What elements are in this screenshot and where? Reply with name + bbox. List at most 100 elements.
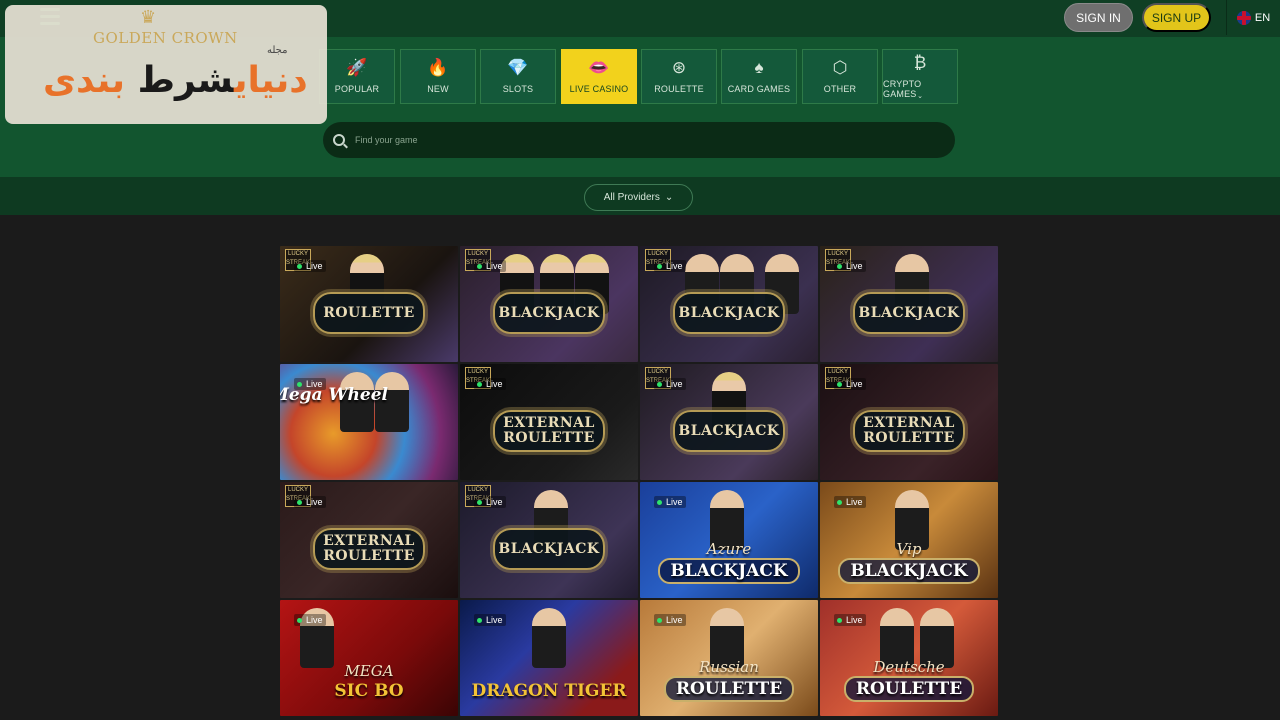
game-grid: LUCKY STREAK Live ROULETTE LUCKY STREAK Live…	[280, 246, 998, 716]
game-subtitle: Azure	[706, 540, 752, 558]
live-indicator: Live	[834, 260, 866, 272]
live-dot-icon	[297, 499, 302, 505]
all-providers-dropdown[interactable]: All Providers ⌄	[584, 184, 693, 211]
chevron-down-icon: ⌄	[664, 192, 674, 203]
live-dot-icon	[297, 263, 302, 269]
game-tile[interactable]: Live DRAGON TIGER	[460, 600, 638, 716]
game-title-block: Vip BLACKJACK	[820, 540, 998, 584]
game-title: BLACKJACK	[498, 540, 600, 557]
live-dot-icon	[657, 617, 662, 623]
language-selector[interactable]: EN	[1226, 0, 1280, 35]
game-tile[interactable]: LUCKY STREAK Live BLACKJACK	[820, 246, 998, 362]
tab-crypto-games[interactable]: ₿ CRYPTO GAMES ⌄	[882, 49, 958, 104]
language-label: EN	[1254, 11, 1271, 24]
tab-label: LIVE CASINO	[569, 84, 629, 94]
live-indicator: Live	[474, 260, 506, 272]
tab-new[interactable]: 🔥 NEW	[400, 49, 476, 104]
live-label: Live	[486, 261, 503, 271]
live-dot-icon	[837, 381, 842, 387]
game-tile[interactable]: LUCKY STREAK Live ROULETTE	[280, 246, 458, 362]
watermark-title: دنیایشرط بندی	[43, 60, 308, 101]
game-tile[interactable]: LUCKY STREAK Live EXTERNAL ROULETTE	[280, 482, 458, 598]
live-label: Live	[486, 379, 503, 389]
tab-label: NEW	[427, 84, 449, 94]
sign-in-button[interactable]: SIGN IN	[1064, 3, 1133, 32]
tab-label: SLOTS	[502, 84, 534, 94]
live-dot-icon	[837, 499, 842, 505]
spade-icon: ♠	[754, 58, 764, 77]
live-indicator: Live	[654, 496, 686, 508]
sign-up-button[interactable]: SIGN UP	[1142, 3, 1211, 32]
tab-card-games[interactable]: ♠ CARD GAMES	[721, 49, 797, 104]
game-tile[interactable]: Live Deutsche ROULETTE	[820, 600, 998, 716]
live-dot-icon	[477, 381, 482, 387]
live-label: Live	[306, 497, 323, 507]
tab-label: CARD GAMES	[727, 84, 791, 94]
tab-label: POPULAR	[334, 84, 380, 94]
live-indicator: Live	[474, 378, 506, 390]
game-tile[interactable]: LUCKY STREAK Live EXTERNAL ROULETTE	[460, 364, 638, 480]
live-indicator: Live	[654, 260, 686, 272]
game-tile[interactable]: LUCKY STREAK Live BLACKJACK	[460, 246, 638, 362]
watermark-magazine: مجله	[267, 45, 288, 56]
search-input[interactable]	[355, 135, 935, 145]
game-title-block: Deutsche ROULETTE	[820, 658, 998, 702]
live-label: Live	[486, 615, 503, 625]
game-title: BLACKJACK	[498, 304, 600, 321]
game-tile[interactable]: LUCKY STREAK Live BLACKJACK	[640, 364, 818, 480]
game-title: DRAGON TIGER	[471, 681, 627, 701]
roulette-wheel-icon: ⊛	[671, 58, 687, 77]
watermark-logo: ♛ GOLDEN CROWN مجله دنیایشرط بندی	[5, 5, 327, 124]
game-title: BLACKJACK	[678, 422, 780, 439]
game-tile[interactable]: Live Vip BLACKJACK	[820, 482, 998, 598]
chevron-down-icon: ⌄	[917, 93, 923, 100]
game-subtitle: MEGA	[344, 662, 394, 680]
live-label: Live	[666, 497, 683, 507]
live-indicator: Live	[294, 496, 326, 508]
live-label: Live	[846, 615, 863, 625]
game-tile[interactable]: Live Azure BLACKJACK	[640, 482, 818, 598]
game-tile[interactable]: Live MEGA SIC BO	[280, 600, 458, 716]
tab-popular[interactable]: 🚀 POPULAR	[319, 49, 395, 104]
live-dot-icon	[477, 263, 482, 269]
search-bar[interactable]	[323, 122, 955, 158]
game-title: ROULETTE	[663, 676, 795, 702]
game-title: EXTERNAL ROULETTE	[503, 415, 595, 447]
game-title-emblem: BLACKJACK	[493, 528, 605, 571]
game-tile[interactable]: Live Mega Wheel	[280, 364, 458, 480]
game-title: Mega Wheel	[280, 385, 388, 405]
game-tile[interactable]: Live Russian ROULETTE	[640, 600, 818, 716]
game-title-block: MEGA SIC BO	[280, 662, 458, 702]
live-label: Live	[666, 379, 683, 389]
tab-roulette[interactable]: ⊛ ROULETTE	[641, 49, 717, 104]
game-title: BLACKJACK	[678, 304, 780, 321]
bitcoin-icon: ₿	[913, 53, 927, 72]
providers-label: All Providers	[603, 192, 660, 203]
game-title-block: DRAGON TIGER	[460, 680, 638, 702]
tab-slots[interactable]: 💎 SLOTS	[480, 49, 556, 104]
game-title: EXTERNAL ROULETTE	[863, 415, 955, 447]
game-title: BLACKJACK	[838, 558, 980, 584]
game-tile[interactable]: LUCKY STREAK Live EXTERNAL ROULETTE	[820, 364, 998, 480]
live-indicator: Live	[474, 614, 506, 626]
game-title: ROULETTE	[323, 304, 415, 321]
live-indicator: Live	[654, 614, 686, 626]
game-subtitle: Vip	[896, 540, 922, 558]
game-title-block: Russian ROULETTE	[640, 658, 818, 702]
game-subtitle: Russian	[699, 658, 759, 676]
game-title-emblem: EXTERNAL ROULETTE	[493, 410, 605, 453]
flame-icon: 🔥	[427, 58, 449, 77]
game-tile[interactable]: LUCKY STREAK Live BLACKJACK	[640, 246, 818, 362]
live-dot-icon	[477, 499, 482, 505]
uk-flag-icon	[1236, 10, 1251, 25]
live-label: Live	[306, 615, 323, 625]
tab-live-casino[interactable]: 👄 LIVE CASINO	[561, 49, 637, 104]
cube-icon: ⬡	[832, 58, 848, 77]
crown-icon: ♛	[140, 7, 157, 27]
live-indicator: Live	[834, 614, 866, 626]
game-tile[interactable]: LUCKY STREAK Live BLACKJACK	[460, 482, 638, 598]
live-label: Live	[846, 379, 863, 389]
live-dot-icon	[837, 617, 842, 623]
live-label: Live	[486, 497, 503, 507]
tab-other[interactable]: ⬡ OTHER	[802, 49, 878, 104]
